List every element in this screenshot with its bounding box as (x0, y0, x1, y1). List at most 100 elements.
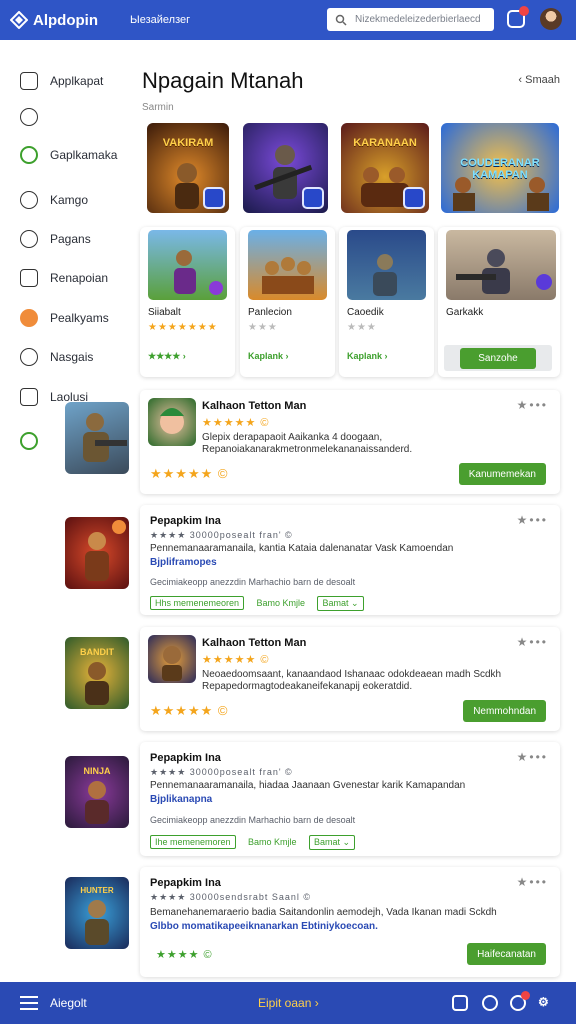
bottom-center-link[interactable]: Eipit oaan › (258, 996, 319, 1010)
game-row-4[interactable]: Pepapkim Ina ★••• ★★★★ 30000posealt fran… (140, 742, 560, 856)
row-description: Glepix derapapaoit Aaikanka 4 doogaan, R… (202, 432, 413, 455)
select-value: Bamat (322, 598, 349, 608)
bandit-figure-icon: BANDIT (80, 647, 114, 705)
row-description: Pennemanaaramanaila, kantia Kataia dalen… (150, 543, 454, 554)
sidebar-item-chat[interactable] (20, 108, 50, 126)
sidebar-item-pealkyams[interactable]: Pealkyams (20, 309, 109, 327)
row-action-button[interactable]: Nemmohndan (463, 700, 546, 722)
featured-tile-4[interactable]: COUDERANAR KAMAPAN (441, 123, 559, 213)
game-art-soldier[interactable] (65, 402, 129, 474)
menu-icon[interactable] (20, 996, 38, 1010)
row-link[interactable]: Glbbo momatikapeeiknanarkan Ebtiniykoeco… (150, 921, 550, 933)
card-footer-link[interactable]: ★★★★ › (148, 351, 186, 362)
card-rating: ★★★ (347, 322, 377, 333)
avatar[interactable] (540, 8, 562, 30)
featured-tile-2[interactable] (243, 123, 328, 213)
select-dropdown[interactable]: Bamat ⌄ (317, 596, 364, 611)
bottom-left-label[interactable]: Aiegolt (50, 996, 87, 1010)
clock-icon[interactable] (482, 995, 498, 1011)
home-icon (20, 388, 38, 406)
more-menu-icon[interactable]: ★••• (517, 398, 548, 412)
card-thumbnail (446, 230, 556, 300)
row-link[interactable]: Bjplikanapna (150, 794, 490, 806)
sidebar-item-kamgo[interactable]: Kamgo (20, 191, 88, 209)
game-row-2[interactable]: Pepapkim Ina ★••• ★★★★ 30000posealt fran… (140, 505, 560, 615)
game-art-hunter[interactable]: HUNTER (65, 877, 129, 949)
card-icon (20, 269, 38, 287)
warrior-figure-icon (85, 520, 126, 581)
page-title: Npagain Mtanah (142, 68, 304, 93)
sidebar-item-label: Pealkyams (50, 311, 109, 325)
game-row-1[interactable]: Kalhaon Tetton Man ★••• ★★★★★ © Glepix d… (140, 390, 560, 494)
hero-face-icon (160, 408, 184, 434)
card-footer-link[interactable]: Kaplank › (347, 351, 388, 361)
svg-text:BANDIT: BANDIT (80, 647, 114, 657)
fighter-face-icon (162, 646, 182, 681)
tag-primary[interactable]: Ihe memenemoren (150, 835, 236, 849)
sidebar-item-pagans[interactable]: Pagans (20, 230, 91, 248)
install-button[interactable]: Sanzohe (460, 347, 536, 369)
bottom-bar: Aiegolt Eipit oaan › ⚙ (0, 982, 576, 1024)
more-menu-icon[interactable]: ★••• (517, 635, 548, 649)
game-row-5[interactable]: Pepapkim Ina ★••• ★★★★ 30000sendsrabt Sa… (140, 867, 560, 977)
sidebar-item-home[interactable] (20, 432, 50, 450)
row-action-button[interactable]: Haifecanatan (467, 943, 546, 965)
sidebar-item-gaplkamaka[interactable]: Gaplkamaka (20, 146, 117, 164)
grid-icon[interactable] (452, 995, 468, 1011)
circle-check-icon (20, 146, 38, 164)
card-thumbnail (248, 230, 327, 300)
sidebar-item-label: Renapoian (50, 271, 109, 285)
game-art-mage[interactable]: NINJA (65, 756, 129, 828)
hunter-figure-icon: HUNTER (80, 886, 114, 945)
soldier-figure-icon (83, 413, 127, 462)
sidebar-item-renapoian[interactable]: Renapoian (20, 269, 108, 287)
search-input[interactable]: Nizekmedeleizederbierlaecd (327, 8, 494, 31)
app-logo[interactable]: Alpdopin (10, 11, 98, 29)
row-meta: ★★★★ 30000posealt fran' © (150, 767, 293, 777)
row-action-label: Kanumemekan (468, 468, 536, 480)
more-menu-icon[interactable]: ★••• (517, 750, 548, 764)
notification-icon[interactable] (507, 6, 529, 28)
featured-tile-3[interactable]: KARANAAN (341, 123, 429, 213)
tag-secondary[interactable]: Bamo Kmjle (244, 836, 301, 848)
row-icon (148, 398, 196, 446)
game-art-bandit[interactable]: BANDIT (65, 637, 129, 709)
game-card-3[interactable]: Caoedik ★★★ Kaplank › (339, 227, 434, 377)
diamond-logo-icon (10, 11, 28, 29)
more-menu-icon[interactable]: ★••• (517, 513, 548, 527)
row-title: Pepapkim Ina (150, 515, 221, 527)
sidebar-item-applkapat[interactable]: Applkapat (20, 72, 103, 90)
top-subtitle[interactable]: Ыезайелзег (130, 14, 190, 26)
select-dropdown[interactable]: Bamat ⌄ (308, 835, 356, 850)
install-button-wrapper: Sanzohe (444, 345, 552, 371)
row-description: Bemanehanemaraerio badia Saitandonlin ae… (150, 907, 497, 918)
row-action-label: Nemmohndan (473, 705, 536, 717)
game-card-2[interactable]: Panlecion ★★★ Kaplank › (240, 227, 335, 377)
search-placeholder: Nizekmedeleizederbierlaecd (355, 14, 481, 25)
row-note: Gecimiakeopp anezzdin Marhachio barn de … (150, 577, 356, 587)
notification-badge (519, 6, 529, 16)
sidebar-item-label: Kamgo (50, 193, 89, 207)
featured-tile-1[interactable]: VAKIRAM (147, 123, 229, 213)
alert-icon[interactable] (510, 991, 530, 1011)
card-rating: ★★★ (248, 322, 278, 333)
card-rating: ★★★★★★★ (148, 322, 218, 333)
tag-primary[interactable]: Hhs memenemeoren (150, 596, 245, 610)
svg-text:HUNTER: HUNTER (80, 886, 114, 895)
game-card-1[interactable]: Siiabalt ★★★★★★★ ★★★★ › (140, 227, 235, 377)
sidebar-item-nasgais[interactable]: Nasgais (20, 348, 93, 366)
game-row-3[interactable]: Kalhaon Tetton Man ★••• ★★★★★ © Neoaedoo… (140, 627, 560, 731)
mage-figure-icon: NINJA (83, 766, 111, 824)
row-description: Pennemanaaramanaila, hiadaa Jaanaan Gven… (150, 780, 466, 791)
more-menu-icon[interactable]: ★••• (517, 875, 548, 889)
row-icon (148, 635, 196, 683)
row-link[interactable]: Bjpliframopes (150, 557, 490, 569)
row-action-button[interactable]: Kanumemekan (458, 463, 546, 485)
card-footer-link[interactable]: Kaplank › (248, 351, 289, 361)
tag-secondary[interactable]: Bamo Kmjle (253, 597, 310, 609)
sort-button[interactable]: ‹ Smaah (518, 74, 560, 86)
game-art-warrior[interactable] (65, 517, 129, 589)
settings-icon[interactable]: ⚙ (538, 995, 549, 1009)
game-card-4[interactable]: Garkakk Sanzohe (438, 227, 560, 377)
row-title: Kalhaon Tetton Man (202, 637, 307, 649)
